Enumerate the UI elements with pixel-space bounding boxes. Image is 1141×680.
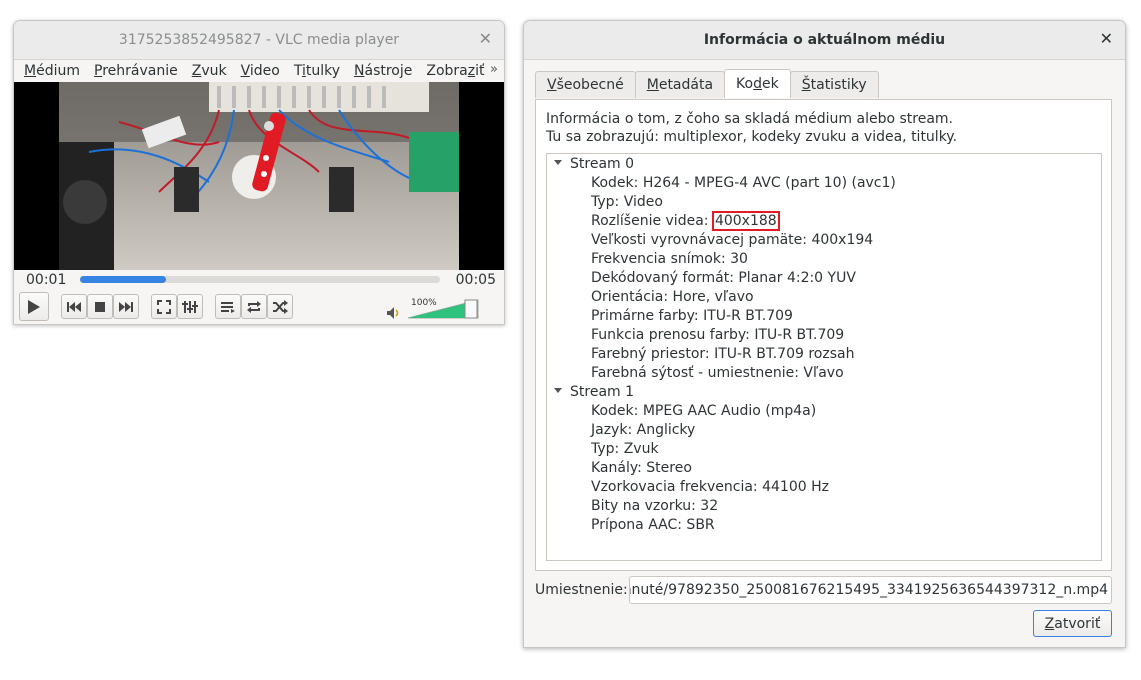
loop-icon bbox=[247, 300, 261, 313]
property-label: Rozlíšenie videa: bbox=[591, 213, 713, 229]
menu-video[interactable]: Video bbox=[241, 63, 280, 79]
play-icon bbox=[28, 299, 40, 314]
next-icon bbox=[119, 301, 133, 312]
codec-panel: Informácia o tom, z čoho sa skladá médiu… bbox=[535, 99, 1112, 571]
menu-audio[interactable]: Zvuk bbox=[192, 63, 227, 79]
info-tabs: Všeobecné Metadáta Ko d ek Štatistiky bbox=[535, 69, 879, 99]
close-button[interactable]: Zatvoriť bbox=[1033, 610, 1112, 637]
stream-property[interactable]: Frekvencia snímok: 30 bbox=[591, 250, 748, 269]
location-label: Umiestnenie: bbox=[535, 582, 628, 598]
tab-codec[interactable]: Ko d ek bbox=[724, 69, 791, 98]
vlc-menubar: Médium Prehrávanie Zvuk Video Titulky Ná… bbox=[14, 60, 504, 82]
stream-property[interactable]: Jazyk: Anglicky bbox=[591, 421, 695, 440]
stream-label: Stream 1 bbox=[570, 384, 635, 400]
highlighted-resolution: 400x188 bbox=[711, 211, 780, 231]
expand-arrow-icon[interactable] bbox=[554, 387, 562, 393]
tab-statistics[interactable]: Štatistiky bbox=[789, 71, 879, 98]
tab-metadata[interactable]: Metadáta bbox=[634, 71, 726, 98]
volume-slider[interactable] bbox=[407, 299, 479, 319]
loop-button[interactable] bbox=[241, 294, 267, 319]
previous-button[interactable] bbox=[61, 294, 87, 319]
playlist-icon bbox=[221, 301, 235, 313]
previous-icon bbox=[67, 301, 81, 312]
stream-node[interactable]: Stream 0 bbox=[554, 155, 634, 174]
playlist-button[interactable] bbox=[215, 294, 241, 319]
play-button[interactable] bbox=[19, 292, 49, 321]
menu-medium[interactable]: Médium bbox=[24, 63, 80, 79]
stop-button[interactable] bbox=[87, 294, 113, 319]
shuffle-icon bbox=[273, 299, 288, 314]
description-line-2: Tu sa zobrazujú: multiplexor, kodeky zvu… bbox=[546, 129, 958, 145]
menu-subtitles[interactable]: Titulky bbox=[294, 63, 340, 79]
menu-tools[interactable]: Nástroje bbox=[354, 63, 412, 79]
seek-progress bbox=[80, 276, 167, 283]
seek-area: 00:01 00:05 bbox=[14, 271, 504, 291]
codec-description: Informácia o tom, z čoho sa skladá médiu… bbox=[546, 110, 957, 146]
stream-property[interactable]: Kanály: Stereo bbox=[591, 459, 692, 478]
stream-property[interactable]: Funkcia prenosu farby: ITU-R BT.709 bbox=[591, 326, 844, 345]
info-close-icon[interactable]: ✕ bbox=[1100, 31, 1113, 47]
fullscreen-icon bbox=[157, 299, 171, 314]
video-frame bbox=[59, 82, 459, 270]
player-controls: 100% bbox=[14, 292, 504, 324]
volume-icon[interactable] bbox=[386, 306, 402, 320]
video-area[interactable] bbox=[14, 82, 504, 270]
stream-property[interactable]: Veľkosti vyrovnávacej pamäte: 400x194 bbox=[591, 231, 873, 250]
stream-property[interactable]: Vzorkovacia frekvencia: 44100 Hz bbox=[591, 478, 829, 497]
stop-icon bbox=[95, 301, 105, 312]
media-info-dialog: Informácia o aktuálnom médiu ✕ Všeobecné… bbox=[523, 20, 1126, 648]
stream-property[interactable]: Prípona AAC: SBR bbox=[591, 516, 715, 535]
stream-node[interactable]: Stream 1 bbox=[554, 383, 634, 402]
fullscreen-button[interactable] bbox=[151, 294, 177, 319]
time-total: 00:05 bbox=[455, 272, 496, 288]
info-titlebar[interactable]: Informácia o aktuálnom médiu ✕ bbox=[524, 21, 1125, 60]
stream-property[interactable]: Orientácia: Hore, vľavo bbox=[591, 288, 754, 307]
equalizer-icon bbox=[182, 300, 198, 313]
shuffle-button[interactable] bbox=[267, 294, 293, 319]
menu-overflow-icon[interactable]: » bbox=[490, 62, 498, 77]
stream-property[interactable]: Typ: Zvuk bbox=[591, 440, 659, 459]
vlc-titlebar[interactable]: 3175253852495827 - VLC media player ✕ bbox=[14, 21, 504, 60]
stream-label: Stream 0 bbox=[570, 156, 635, 172]
stream-property[interactable]: Bity na vzorku: 32 bbox=[591, 497, 718, 516]
stream-property[interactable]: Primárne farby: ITU-R BT.709 bbox=[591, 307, 793, 326]
stream-property[interactable]: Dekódovaný formát: Planar 4:2:0 YUV bbox=[591, 269, 856, 288]
stream-property[interactable]: Kodek: H264 - MPEG-4 AVC (part 10) (avc1… bbox=[591, 174, 896, 193]
stream-property[interactable]: Kodek: MPEG AAC Audio (mp4a) bbox=[591, 402, 816, 421]
info-dialog-title: Informácia o aktuálnom médiu bbox=[703, 32, 946, 48]
stream-property[interactable]: Rozlíšenie videa: 400x188 bbox=[591, 211, 780, 231]
location-value: Stiahnuté/97892350_250081676215495_33419… bbox=[629, 582, 1108, 598]
stream-tree[interactable]: Stream 0 Kodek: H264 - MPEG-4 AVC (part 1… bbox=[546, 153, 1102, 561]
menu-playback[interactable]: Prehrávanie bbox=[94, 63, 178, 79]
stream-property[interactable]: Typ: Video bbox=[591, 193, 663, 212]
next-button[interactable] bbox=[113, 294, 139, 319]
seek-slider[interactable] bbox=[80, 276, 440, 283]
expand-arrow-icon[interactable] bbox=[554, 159, 562, 165]
location-field[interactable]: Stiahnuté/97892350_250081676215495_33419… bbox=[629, 576, 1112, 604]
time-elapsed: 00:01 bbox=[26, 272, 67, 288]
vlc-window: 3175253852495827 - VLC media player ✕ Mé… bbox=[13, 20, 505, 325]
extended-settings-button[interactable] bbox=[177, 294, 203, 319]
menu-view[interactable]: Zobraziť bbox=[426, 63, 484, 79]
tab-general[interactable]: Všeobecné bbox=[535, 71, 636, 98]
description-line-1: Informácia o tom, z čoho sa skladá médiu… bbox=[546, 111, 953, 127]
vlc-close-icon[interactable]: ✕ bbox=[479, 31, 492, 47]
vlc-window-title: 3175253852495827 - VLC media player bbox=[118, 32, 400, 48]
stream-property[interactable]: Farebná sýtosť - umiestnenie: Vľavo bbox=[591, 364, 844, 383]
stream-property[interactable]: Farebný priestor: ITU-R BT.709 rozsah bbox=[591, 345, 854, 364]
volume-handle[interactable] bbox=[464, 299, 478, 319]
